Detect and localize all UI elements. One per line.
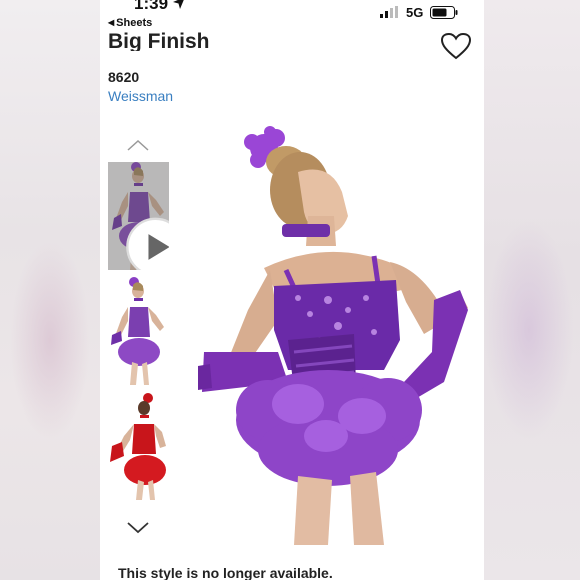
play-icon: [126, 217, 169, 270]
network-type: 5G: [406, 5, 424, 20]
favorite-heart-icon[interactable]: [440, 32, 472, 60]
status-time: 1:39: [134, 0, 169, 13]
product-title: Big Finish: [108, 30, 210, 51]
thumbnail-image: [108, 277, 169, 385]
chevron-up-icon[interactable]: [126, 138, 150, 152]
blurred-background-right: [484, 0, 580, 580]
chevron-down-icon[interactable]: [126, 521, 150, 535]
style-number: 8620: [108, 69, 140, 85]
back-label: Sheets: [116, 17, 153, 29]
thumbnail-image: [108, 392, 169, 500]
thumbnail-purple-video[interactable]: [108, 162, 169, 270]
phone-screen: 1:39 ◀ Sheets 5G Big Finish 8620 Weissman: [100, 0, 484, 580]
location-arrow-icon: [173, 0, 184, 9]
costume-photo: [178, 120, 484, 545]
battery-icon: [430, 6, 458, 19]
brand-link[interactable]: Weissman: [108, 88, 173, 104]
back-triangle-icon: ◀: [108, 18, 115, 27]
blurred-background-left: [0, 0, 100, 580]
main-product-image[interactable]: [178, 120, 484, 545]
availability-notice: This style is no longer available.: [118, 565, 333, 580]
signal-icon: [380, 6, 398, 18]
thumbnail-purple[interactable]: [108, 277, 169, 385]
thumbnail-red[interactable]: [108, 392, 169, 500]
back-to-sheets-link[interactable]: ◀ Sheets: [108, 17, 152, 29]
